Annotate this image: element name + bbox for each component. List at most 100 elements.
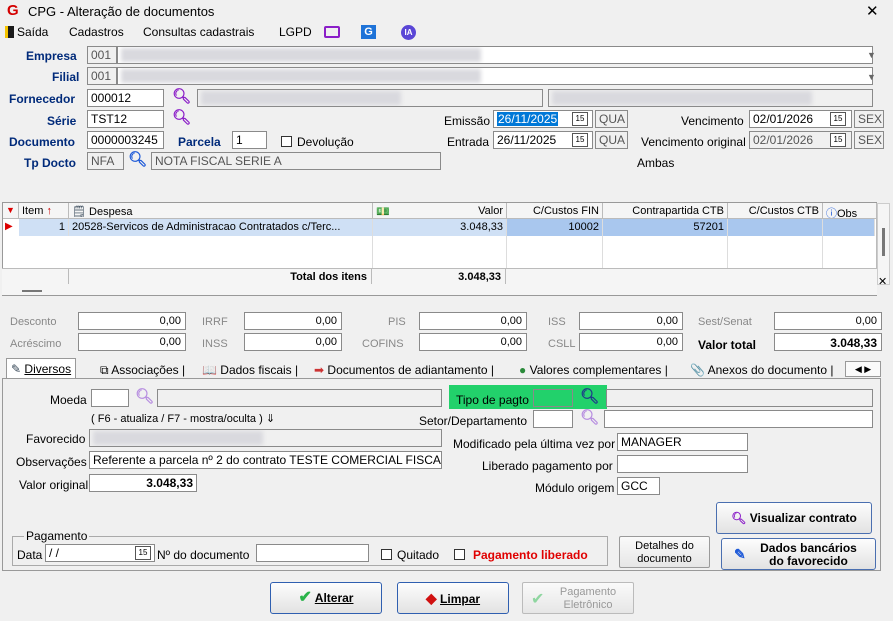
transfer-icon: ➡	[314, 363, 325, 377]
col-contrapartida[interactable]: Contrapartida CTB	[603, 203, 728, 219]
cell-contrapartida: 57201	[603, 219, 728, 236]
search-icon[interactable]: 🔍︎	[172, 108, 191, 126]
search-icon[interactable]: 🔍︎	[128, 150, 147, 168]
expense-icon: 🗒	[72, 206, 86, 218]
close-icon[interactable]: ✕	[866, 2, 879, 20]
window-title: CPG - Alteração de documentos	[28, 4, 215, 19]
valortotal-label: Valor total	[698, 338, 757, 352]
search-icon[interactable]: 🔍︎	[580, 387, 599, 405]
g-icon[interactable]: G	[361, 25, 376, 39]
col-despesa[interactable]: 🗒 Despesa	[69, 203, 373, 219]
empresa-select[interactable]	[117, 46, 873, 64]
chevron-down-icon[interactable]: ▼	[867, 50, 876, 60]
app-logo-icon: G	[7, 2, 19, 19]
limpar-button[interactable]: ◆ Limpar	[397, 582, 509, 614]
search-icon: 🔍︎	[731, 511, 747, 525]
parcela-input[interactable]: 1	[232, 131, 267, 149]
cofins-field[interactable]: 0,00	[419, 333, 527, 351]
arrow-down-icon: ⇓	[265, 413, 276, 425]
dados-bancarios-button[interactable]: ✎ Dados bancários do favorecido	[721, 538, 876, 570]
acrescimo-field[interactable]: 0,00	[78, 333, 186, 351]
col-obs[interactable]: ⓘObs	[823, 203, 878, 219]
tipo-pagto-input[interactable]	[533, 389, 573, 407]
documento-label: Documento	[9, 135, 75, 149]
grid-hscroll[interactable]	[2, 284, 877, 296]
filial-code[interactable]: 001	[87, 67, 117, 85]
menu-saida[interactable]: Saída	[17, 25, 48, 39]
desconto-field[interactable]: 0,00	[78, 312, 186, 330]
inss-field[interactable]: 0,00	[244, 333, 342, 351]
calendar-icon[interactable]: 15	[135, 546, 151, 560]
favorecido-input[interactable]	[89, 429, 442, 447]
tab-anexos[interactable]: 📎 Anexos do documento |	[686, 360, 838, 380]
visualizar-contrato-button[interactable]: 🔍︎ Visualizar contrato	[716, 502, 872, 534]
total-label: Total dos itens	[68, 269, 372, 285]
pagamento-eletronico-button[interactable]: ✔ Pagamento Eletrônico	[522, 582, 634, 614]
calendar-icon[interactable]: 15	[830, 133, 846, 147]
irrf-field[interactable]: 0,00	[244, 312, 342, 330]
ndoc-input[interactable]	[256, 544, 369, 562]
empresa-label: Empresa	[26, 49, 77, 63]
alterar-button[interactable]: ✔ Alterar	[270, 582, 382, 614]
empresa-code[interactable]: 001	[87, 46, 117, 64]
devolucao-checkbox[interactable]	[281, 134, 292, 148]
moeda-input[interactable]	[91, 389, 129, 407]
quitado-checkbox[interactable]	[381, 547, 392, 561]
calendar-icon[interactable]: 15	[830, 112, 846, 126]
pag-liberado-checkbox[interactable]	[454, 547, 465, 561]
valor-original-input[interactable]: 3.048,33	[89, 474, 197, 492]
check-icon: ✔	[298, 589, 312, 606]
col-cc-fin[interactable]: C/Custos FIN	[507, 203, 603, 219]
pis-field[interactable]: 0,00	[419, 312, 527, 330]
link-icon: ⧉	[100, 363, 109, 377]
tipo-pagto-desc	[606, 389, 873, 407]
col-cc-ctb[interactable]: C/Custos CTB	[728, 203, 823, 219]
menu-consultas[interactable]: Consultas cadastrais	[143, 25, 254, 39]
sest-field[interactable]: 0,00	[774, 312, 882, 330]
col-valor[interactable]: 💵 Valor	[373, 203, 507, 219]
observacoes-label: Observações	[16, 455, 87, 469]
menu-cadastros[interactable]: Cadastros	[69, 25, 124, 39]
monitor-icon[interactable]	[324, 26, 340, 38]
serie-input[interactable]: TST12	[87, 110, 164, 128]
pencil-icon: ✎	[11, 362, 22, 376]
search-icon[interactable]: 🔍︎	[135, 387, 154, 405]
check-icon: ✔	[531, 591, 545, 608]
setor-input[interactable]	[533, 410, 573, 428]
documento-input[interactable]: 0000003245	[87, 131, 164, 149]
grid-scrollbar[interactable]	[877, 203, 890, 285]
search-icon[interactable]: 🔍︎	[172, 87, 191, 105]
iss-field[interactable]: 0,00	[579, 312, 683, 330]
calendar-icon[interactable]: 15	[572, 112, 588, 126]
devolucao-label: Devolução	[297, 135, 354, 149]
fornecedor-code[interactable]: 000012	[87, 89, 164, 107]
tpdocto-code[interactable]: NFA	[87, 152, 124, 170]
observacoes-input[interactable]: Referente a parcela nº 2 do contrato TES…	[89, 451, 442, 469]
tab-diversos[interactable]: ✎ Diversos	[6, 358, 77, 379]
hint-text: ( F6 - atualiza / F7 - mostra/oculta ) ⇓	[91, 413, 276, 425]
ia-icon[interactable]: IA	[401, 25, 416, 40]
menu-lgpd[interactable]: LGPD	[279, 25, 312, 39]
fornecedor-name	[197, 89, 543, 107]
serie-label: Série	[47, 114, 77, 128]
chevron-down-icon[interactable]: ▼	[867, 72, 876, 82]
calendar-icon[interactable]: 15	[572, 133, 588, 147]
tab-scroll-arrows[interactable]: ◀ ▶	[845, 361, 881, 377]
col-item[interactable]: Item ↑	[19, 203, 69, 219]
tab-documentos-adiantamento[interactable]: ➡ Documentos de adiantamento |	[310, 360, 498, 380]
filial-select[interactable]	[117, 67, 873, 85]
search-icon[interactable]: 🔍︎	[580, 408, 599, 426]
close-icon[interactable]: ✕	[878, 275, 887, 288]
csll-field[interactable]: 0,00	[579, 333, 683, 351]
tab-valores-complementares[interactable]: ● Valores complementares |	[515, 360, 672, 380]
exit-door-icon	[5, 26, 14, 38]
data-label: Data	[17, 548, 43, 562]
quitado-label: Quitado	[397, 548, 440, 562]
detalhes-documento-button[interactable]: Detalhes do documento	[619, 536, 710, 568]
menu-bar: Saída Cadastros Consultas cadastrais LGP…	[0, 22, 893, 42]
tab-dados-fiscais[interactable]: 📖 Dados fiscais |	[198, 360, 302, 380]
fornecedor-label: Fornecedor	[9, 92, 76, 106]
tab-associacoes[interactable]: ⧉ Associações |	[96, 360, 189, 380]
ndoc-label: Nº do documento	[157, 548, 250, 562]
venc-original-weekday: SEX	[854, 131, 884, 149]
